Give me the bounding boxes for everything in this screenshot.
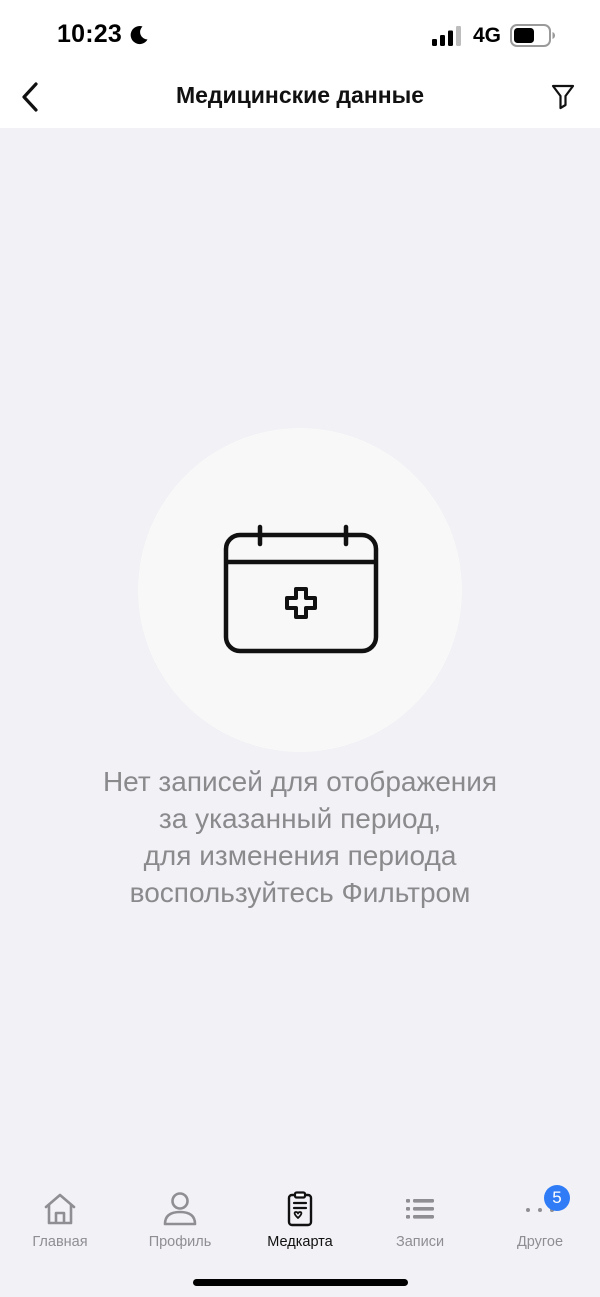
tab-other[interactable]: Другое: [480, 1178, 600, 1258]
empty-state-message: Нет записей для отображения за указанный…: [102, 766, 498, 908]
medical-calendar-icon: [223, 524, 379, 654]
list-icon: [406, 1199, 434, 1219]
tab-medcard[interactable]: Медкарта: [240, 1178, 360, 1258]
profile-icon: [163, 1192, 197, 1226]
tab-label: Главная: [32, 1234, 88, 1250]
tab-records[interactable]: Записи: [360, 1178, 480, 1258]
nav-bar: Медицинские данные: [0, 66, 600, 128]
tab-label: Профиль: [148, 1234, 212, 1250]
home-indicator: [193, 1279, 408, 1286]
home-icon: [44, 1193, 76, 1225]
tab-label: Медкарта: [267, 1234, 333, 1250]
moon-icon: [130, 26, 148, 45]
notification-badge: 5: [544, 1185, 570, 1211]
filter-icon: [551, 84, 575, 110]
medcard-icon: [287, 1191, 313, 1227]
status-time: 10:23: [57, 20, 122, 48]
network-label: 4G: [473, 24, 502, 47]
page-title: Медицинские данные: [175, 82, 425, 108]
filter-button[interactable]: [544, 78, 582, 116]
tab-profile[interactable]: Профиль: [120, 1178, 240, 1258]
battery-icon: [510, 24, 555, 47]
tab-bar: Главная Профиль Медкарта Записи Другое: [0, 1178, 600, 1258]
tab-home[interactable]: Главная: [0, 1178, 120, 1258]
tab-label: Другое: [516, 1234, 564, 1250]
tab-label: Записи: [395, 1234, 445, 1250]
status-bar: 10:23 4G: [0, 0, 600, 66]
signal-icon: [432, 26, 461, 46]
